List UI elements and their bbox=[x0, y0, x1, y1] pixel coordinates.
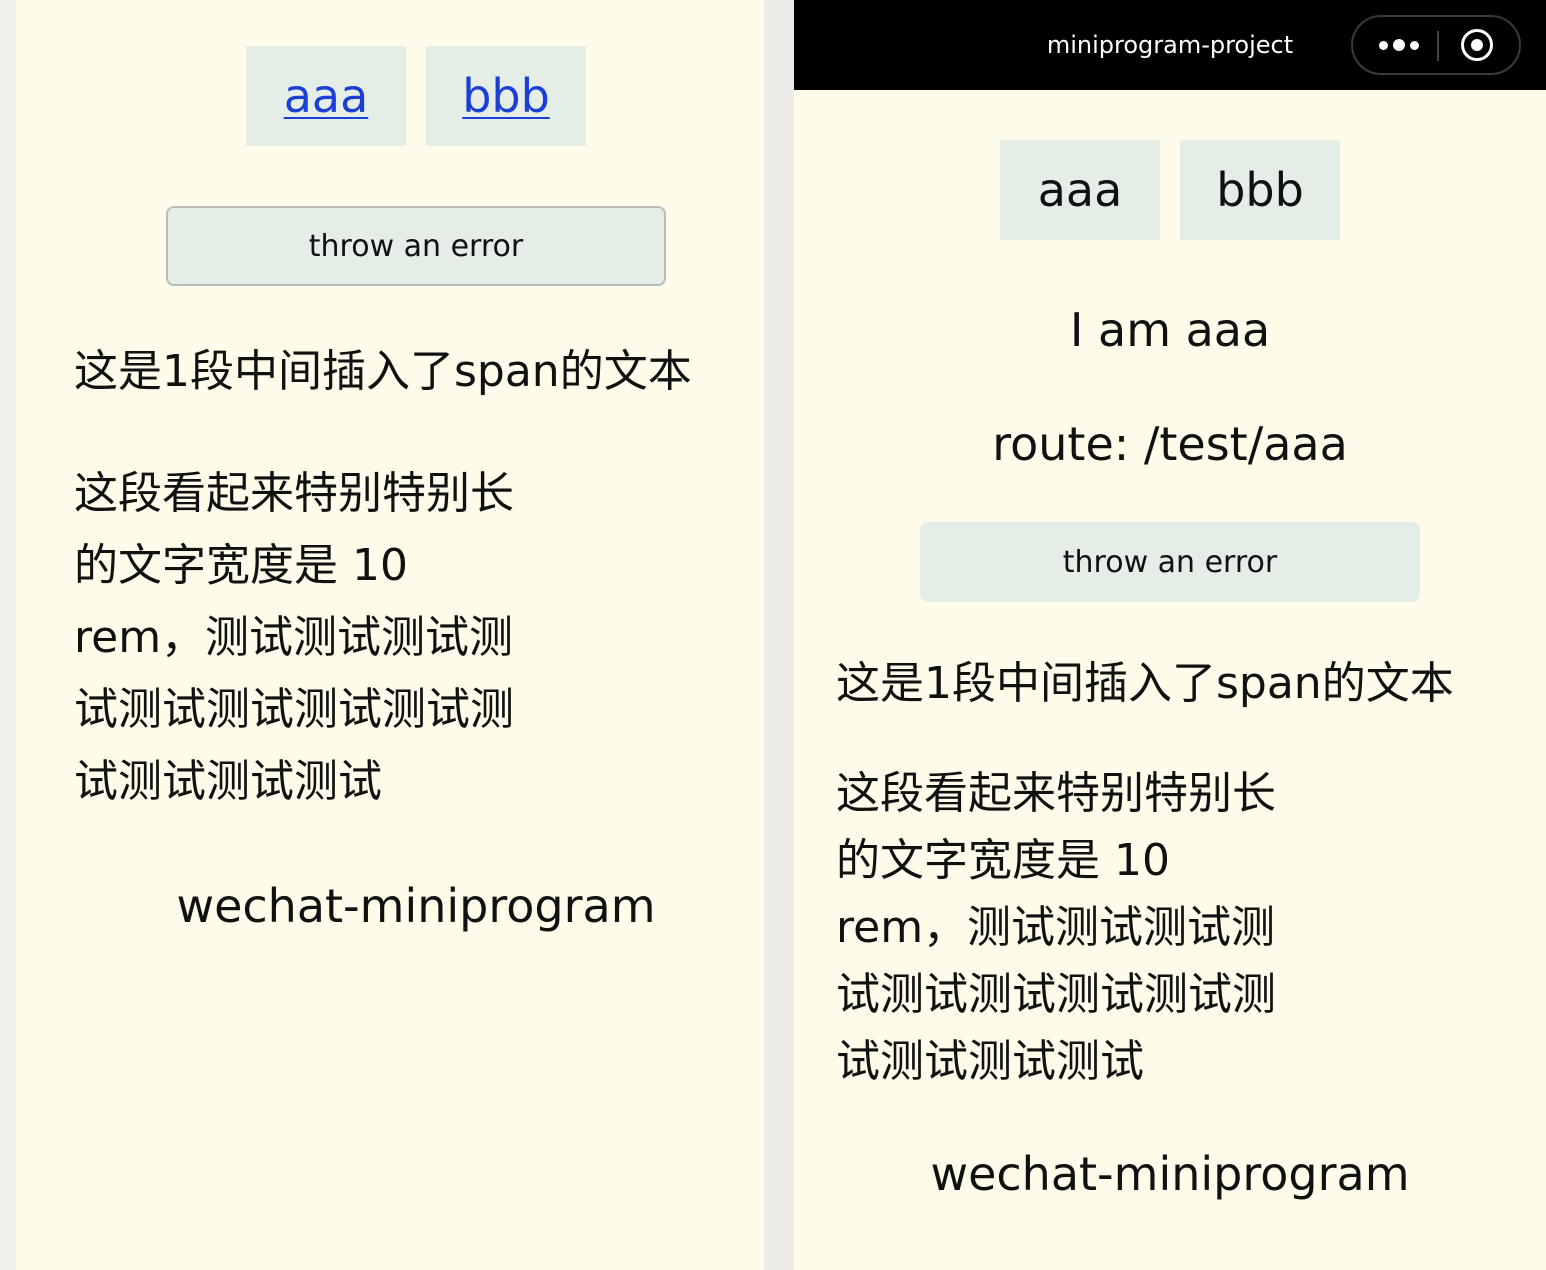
capsule-divider bbox=[1437, 31, 1439, 61]
tab-bbb-label: bbb bbox=[1216, 163, 1304, 217]
long-text-line: 试测试测试测试 bbox=[836, 1036, 1144, 1087]
route-text: route: /test/aaa bbox=[992, 417, 1348, 471]
long-text-paragraph: 这段看起来特别特别长 的文字宽度是 10 rem，测试测试测试测 试测试测试测试… bbox=[74, 458, 514, 818]
footer-text: wechat-miniprogram bbox=[930, 1147, 1410, 1201]
left-edge bbox=[0, 0, 16, 1270]
target-circle-icon[interactable] bbox=[1461, 29, 1493, 61]
long-text-line: 的文字宽度是 10 bbox=[836, 835, 1170, 886]
miniprogram-panel: miniprogram-project aaa bbb I am aaa rou… bbox=[794, 0, 1546, 1270]
throw-error-button[interactable]: throw an error bbox=[920, 522, 1420, 602]
app-screen: aaa bbb throw an error 这是1段中间插入了span的文本 … bbox=[0, 0, 1546, 1270]
web-preview-panel: aaa bbb throw an error 这是1段中间插入了span的文本 … bbox=[16, 0, 764, 1270]
long-text-line: 试测试测试测试测试测 bbox=[836, 969, 1276, 1020]
long-text-line: 这段看起来特别特别长 bbox=[836, 768, 1276, 819]
more-dots-icon[interactable] bbox=[1371, 17, 1427, 73]
tab-link-bbb[interactable]: bbb bbox=[426, 46, 586, 146]
long-text-line: rem，测试测试测试测 bbox=[836, 902, 1276, 953]
tab-bbb[interactable]: bbb bbox=[1180, 140, 1340, 240]
long-text-line: 试测试测试测试 bbox=[74, 756, 382, 807]
tab-link-aaa[interactable]: aaa bbox=[246, 46, 406, 146]
tab-aaa[interactable]: aaa bbox=[1000, 140, 1160, 240]
tab-aaa-label: aaa bbox=[1037, 163, 1123, 217]
capsule-menu[interactable] bbox=[1351, 15, 1521, 75]
navigation-bar: miniprogram-project bbox=[794, 0, 1546, 90]
span-text: 这是1段中间插入了span的文本 bbox=[74, 346, 692, 397]
tab-link-aaa-label[interactable]: aaa bbox=[284, 69, 369, 123]
page-text: I am aaa bbox=[1069, 303, 1271, 357]
long-text-line: 的文字宽度是 10 bbox=[74, 540, 408, 591]
throw-error-button[interactable]: throw an error bbox=[166, 206, 666, 286]
long-text-line: 试测试测试测试测试测 bbox=[74, 684, 514, 735]
throw-error-button-label: throw an error bbox=[1062, 544, 1278, 580]
long-text-line: rem，测试测试测试测 bbox=[74, 612, 514, 663]
panel-gap bbox=[764, 0, 794, 1270]
span-text: 这是1段中间插入了span的文本 bbox=[836, 658, 1454, 709]
long-text-line: 这段看起来特别特别长 bbox=[74, 468, 514, 519]
tab-link-bbb-label[interactable]: bbb bbox=[462, 69, 550, 123]
long-text-paragraph: 这段看起来特别特别长 的文字宽度是 10 rem，测试测试测试测 试测试测试测试… bbox=[836, 760, 1276, 1095]
footer-text: wechat-miniprogram bbox=[176, 879, 656, 933]
throw-error-button-label: throw an error bbox=[308, 228, 524, 264]
